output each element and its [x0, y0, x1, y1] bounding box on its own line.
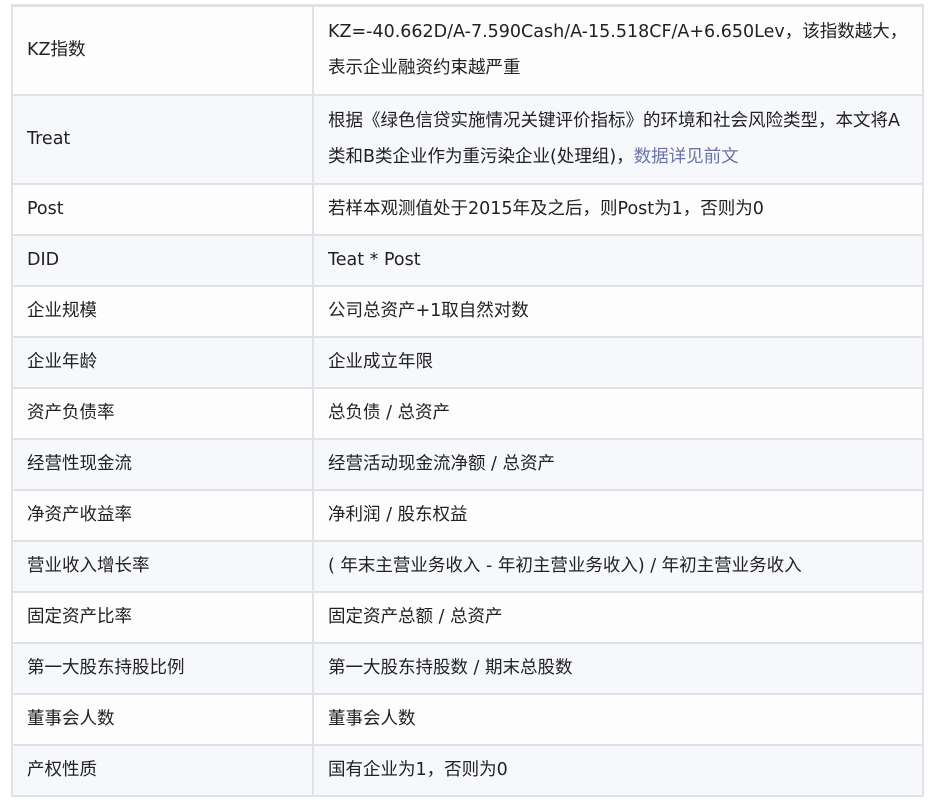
variable-definition: 若样本观测值处于2015年及之后，则Post为1，否则为0	[312, 182, 924, 236]
table-row: DID Teat * Post	[11, 233, 924, 287]
table-row: 经营性现金流 经营活动现金流净额 / 总资产	[11, 437, 924, 491]
table-row: Post 若样本观测值处于2015年及之后，则Post为1，否则为0	[11, 182, 924, 236]
variable-definition: 净利润 / 股东权益	[312, 488, 924, 542]
table-row: 董事会人数 董事会人数	[11, 692, 924, 746]
table-row: 产权性质 国有企业为1，否则为0	[11, 743, 924, 797]
variable-name: 营业收入增长率	[11, 539, 314, 593]
variable-name: KZ指数	[11, 4, 314, 96]
variable-definition: 总负债 / 总资产	[312, 386, 924, 440]
variable-definition: 经营活动现金流净额 / 总资产	[312, 437, 924, 491]
table-row: 第一大股东持股比例 第一大股东持股数 / 期末总股数	[11, 641, 924, 695]
variable-name: Treat	[11, 93, 314, 185]
table-row: 企业规模 公司总资产+1取自然对数	[11, 284, 924, 338]
variable-definition-table: KZ指数 KZ=-40.662D/A-7.590Cash/A-15.518CF/…	[11, 4, 924, 797]
variable-name: 产权性质	[11, 743, 314, 797]
variable-name: 经营性现金流	[11, 437, 314, 491]
table-row: 净资产收益率 净利润 / 股东权益	[11, 488, 924, 542]
table-row: 营业收入增长率 ( 年末主营业务收入 - 年初主营业务收入) / 年初主营业务收…	[11, 539, 924, 593]
variable-definition: 公司总资产+1取自然对数	[312, 284, 924, 338]
variable-definition: 董事会人数	[312, 692, 924, 746]
variable-name: DID	[11, 233, 314, 287]
variable-definition: 根据《绿色信贷实施情况关键评价指标》的环境和社会风险类型，本文将A 类和B类企业…	[312, 93, 924, 185]
variable-name: 企业年龄	[11, 335, 314, 389]
data-reference-link[interactable]: 数据详见前文	[634, 147, 739, 167]
variable-definition: 国有企业为1，否则为0	[312, 743, 924, 797]
table-row: KZ指数 KZ=-40.662D/A-7.590Cash/A-15.518CF/…	[11, 4, 924, 96]
variable-name: 董事会人数	[11, 692, 314, 746]
table-row: Treat 根据《绿色信贷实施情况关键评价指标》的环境和社会风险类型，本文将A …	[11, 93, 924, 185]
definition-text: KZ=-40.662D/A-7.590Cash/A-15.518CF/A+6.6…	[328, 22, 908, 79]
table-row: 资产负债率 总负债 / 总资产	[11, 386, 924, 440]
variable-definition: 第一大股东持股数 / 期末总股数	[312, 641, 924, 695]
variable-definition: KZ=-40.662D/A-7.590Cash/A-15.518CF/A+6.6…	[312, 4, 924, 96]
variable-name: 资产负债率	[11, 386, 314, 440]
variable-definition: ( 年末主营业务收入 - 年初主营业务收入) / 年初主营业务收入	[312, 539, 924, 593]
variable-definition: 固定资产总额 / 总资产	[312, 590, 924, 644]
variable-definition: 企业成立年限	[312, 335, 924, 389]
definition-text: 根据《绿色信贷实施情况关键评价指标》的环境和社会风险类型，本文将A 类和B类企业…	[328, 111, 900, 167]
table-row: 企业年龄 企业成立年限	[11, 335, 924, 389]
variable-name: Post	[11, 182, 314, 236]
variable-name: 第一大股东持股比例	[11, 641, 314, 695]
variable-name: 固定资产比率	[11, 590, 314, 644]
variable-name: 净资产收益率	[11, 488, 314, 542]
variable-name: 企业规模	[11, 284, 314, 338]
variable-definition: Teat * Post	[312, 233, 924, 287]
table-row: 固定资产比率 固定资产总额 / 总资产	[11, 590, 924, 644]
